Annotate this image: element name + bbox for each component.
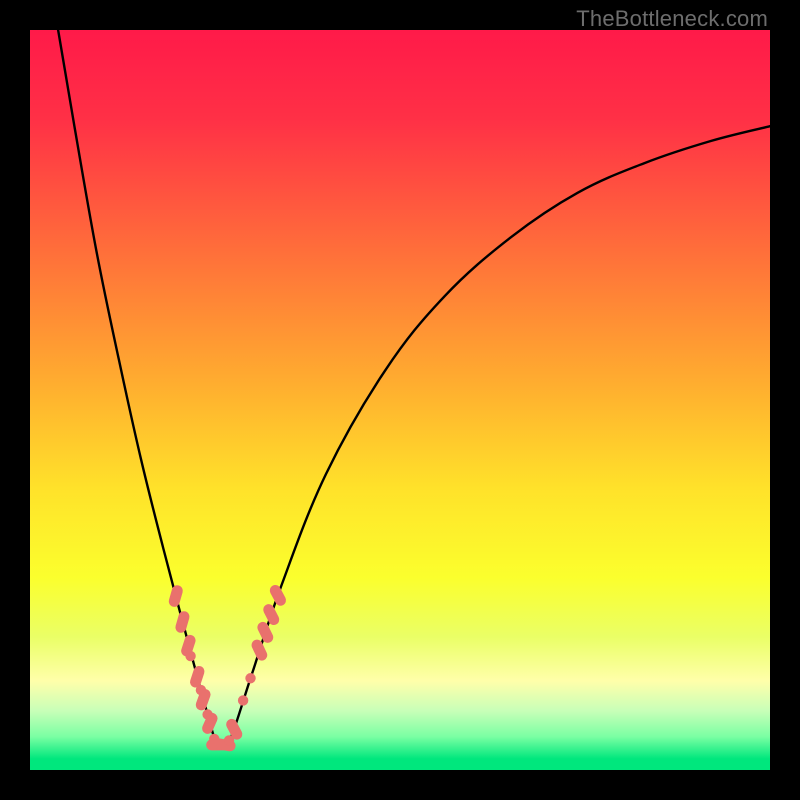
- marker-capsule: [189, 665, 206, 689]
- curve-layer: [30, 30, 770, 770]
- plot-area: [30, 30, 770, 770]
- chart-frame: TheBottleneck.com: [0, 0, 800, 800]
- curve-markers: [167, 583, 287, 752]
- marker-capsule: [167, 584, 184, 608]
- marker-dot: [185, 651, 195, 661]
- marker-capsule: [174, 610, 191, 634]
- bottleneck-curve: [58, 30, 770, 749]
- marker-dot: [245, 673, 255, 683]
- marker-dot: [238, 695, 248, 705]
- marker-capsule: [268, 583, 288, 608]
- watermark-text: TheBottleneck.com: [576, 6, 768, 32]
